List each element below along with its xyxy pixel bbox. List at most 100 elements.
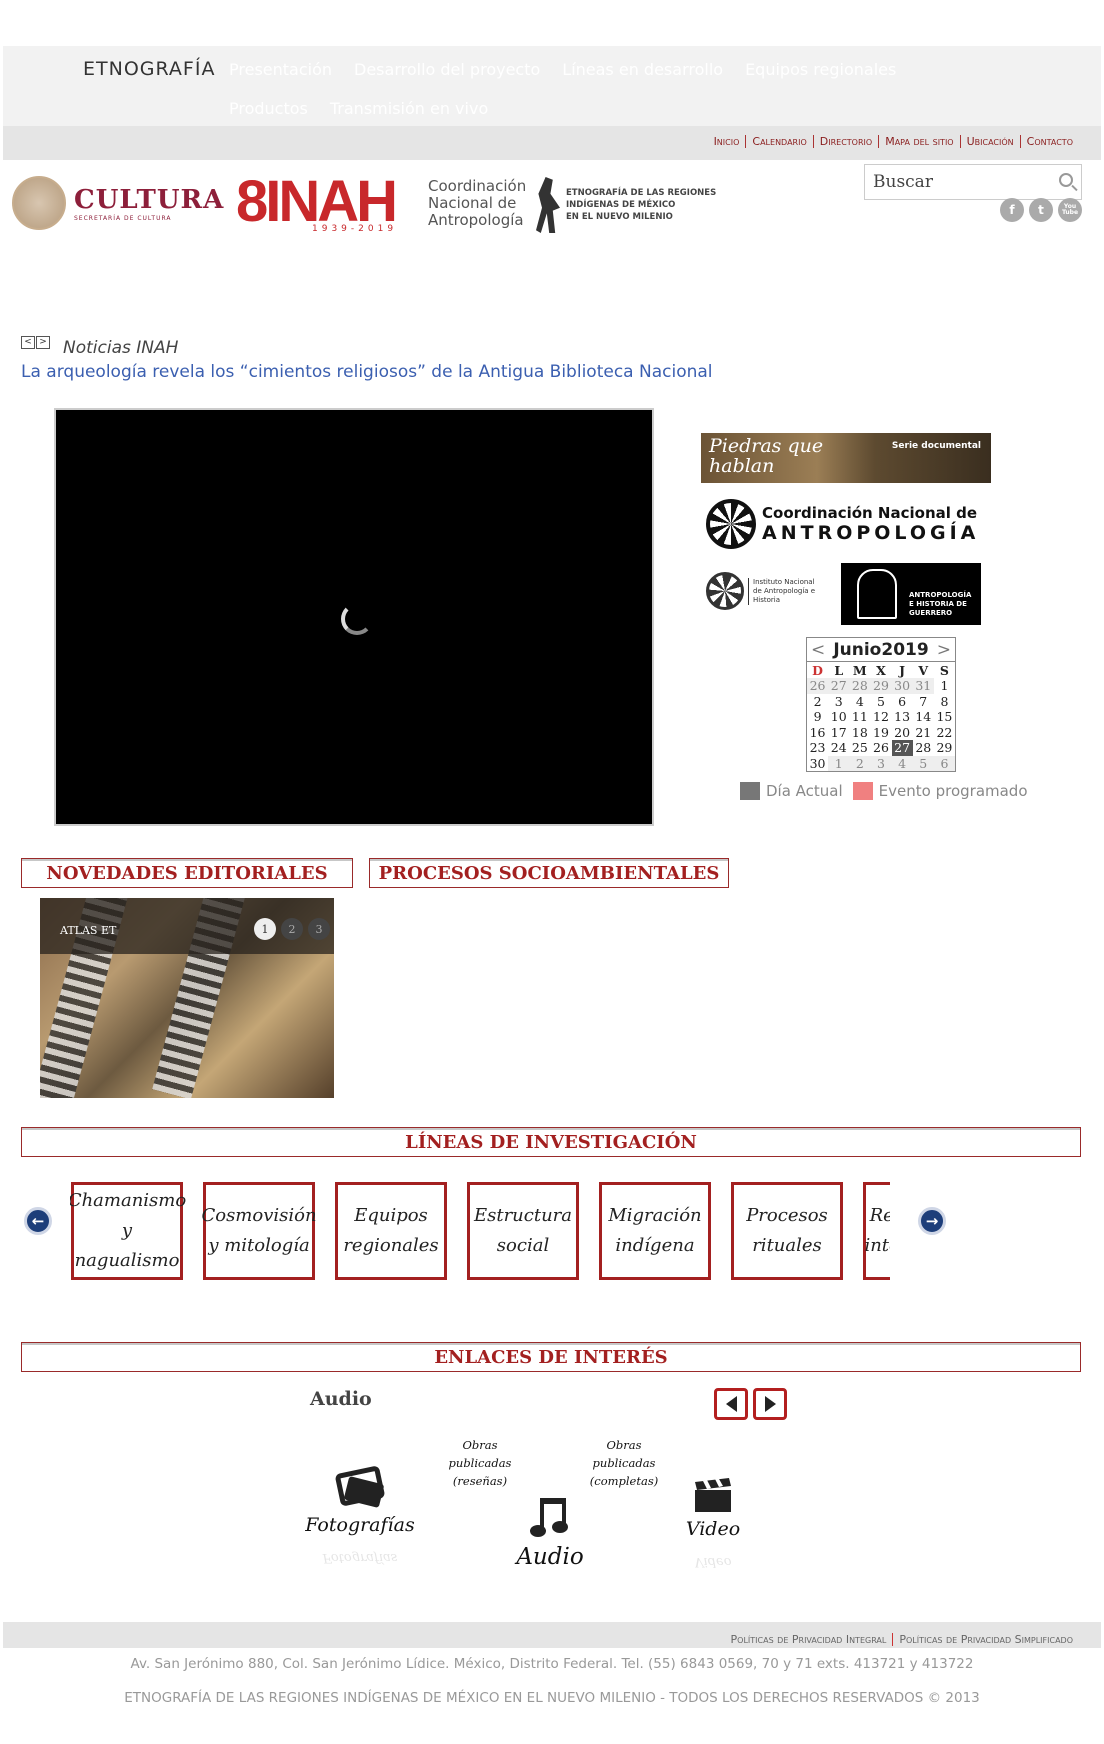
calendar-day[interactable]: 28 xyxy=(913,740,934,756)
privacy-integral-link[interactable]: Políticas de Privacidad Integral xyxy=(725,1633,893,1646)
research-line-card[interactable]: Cosmovisión y mitología xyxy=(201,1182,317,1280)
calendar-day[interactable]: 1 xyxy=(934,678,955,694)
calendar-day[interactable]: 19 xyxy=(870,725,891,741)
calendar-day[interactable]: 28 xyxy=(849,678,871,694)
research-line-card[interactable]: Relaciones interétnicas xyxy=(863,1182,890,1280)
video-player[interactable] xyxy=(54,408,654,826)
site-brand[interactable]: ETNOGRAFÍA xyxy=(83,58,215,80)
calendar-day[interactable]: 3 xyxy=(870,755,892,771)
calendar-day[interactable]: 6 xyxy=(892,694,913,710)
ticker-prev-button[interactable]: < xyxy=(21,336,35,349)
research-line-card[interactable]: Procesos rituales xyxy=(731,1182,843,1280)
calendar-prev-button[interactable]: < xyxy=(811,640,825,660)
menu-item-transmision[interactable]: Transmisión en vivo xyxy=(330,99,488,118)
piedras-que-hablan-banner[interactable]: Piedras que hablan Serie documental xyxy=(701,433,991,483)
guerrero-banner[interactable]: ANTROPOLOGÍA E HISTORIA DE GUERRERO xyxy=(841,563,981,625)
calendar-day[interactable]: 18 xyxy=(849,725,870,741)
menu-item-lineas[interactable]: Líneas en desarrollo xyxy=(562,60,723,79)
calendar-day[interactable]: 17 xyxy=(828,725,849,741)
research-line-card[interactable]: Chamanismo y nagualismo xyxy=(70,1182,186,1280)
enlaces-next-button[interactable] xyxy=(753,1388,787,1420)
research-line-card[interactable]: Equipos regionales xyxy=(335,1182,447,1280)
research-line-card[interactable]: Migración indígena xyxy=(599,1182,711,1280)
calendar-day[interactable]: 20 xyxy=(892,725,913,741)
enlace-fotografias[interactable]: Fotografías Fotografías xyxy=(300,1466,420,1565)
calendar-day[interactable]: 15 xyxy=(934,709,955,725)
calendar-day[interactable]: 4 xyxy=(891,755,913,771)
calendar-day-today[interactable]: 27 xyxy=(891,740,913,756)
cna-logo[interactable]: Coordinación Nacional de Antropología xyxy=(428,178,526,229)
calendar-day[interactable]: 24 xyxy=(828,740,849,756)
calendar-day[interactable]: 2 xyxy=(807,694,828,710)
calendar-day[interactable]: 9 xyxy=(807,709,828,725)
calendar-day[interactable]: 30 xyxy=(807,756,828,772)
calendar-day[interactable]: 22 xyxy=(934,725,955,741)
inah-small-banner[interactable]: Instituto Nacional de Antropología e His… xyxy=(706,572,820,610)
util-link-contacto[interactable]: Contacto xyxy=(1019,135,1079,148)
facebook-icon[interactable]: f xyxy=(1000,198,1024,222)
enlace-audio[interactable]: Audio xyxy=(480,1494,620,1570)
lines-prev-button[interactable]: ← xyxy=(24,1207,52,1235)
calendar-day[interactable]: 27 xyxy=(828,678,850,694)
cna-banner-line2: ANTROPOLOGÍA xyxy=(762,522,980,544)
twitter-icon[interactable]: t xyxy=(1029,198,1053,222)
calendar-day[interactable]: 26 xyxy=(870,740,891,756)
util-link-directorio[interactable]: Directorio xyxy=(812,135,878,148)
privacy-simplificado-link[interactable]: Políticas de Privacidad Simplificado xyxy=(892,1633,1079,1646)
editorial-slider[interactable]: ATLAS ET 1 2 3 xyxy=(40,898,334,1098)
calendar-day[interactable]: 11 xyxy=(849,709,870,725)
calendar-day[interactable]: 6 xyxy=(933,755,955,771)
etnografia-logo[interactable]: ETNOGRAFÍA DE LAS REGIONES INDÍGENAS DE … xyxy=(536,177,716,233)
youtube-icon[interactable]: You Tube xyxy=(1058,198,1082,222)
calendar-day[interactable]: 1 xyxy=(828,755,850,771)
calendar-day[interactable]: 12 xyxy=(870,709,891,725)
calendar-day[interactable]: 21 xyxy=(913,725,934,741)
enlace-obras-resenas[interactable]: Obras publicadas (reseñas) xyxy=(440,1436,520,1490)
calendar-day[interactable]: 23 xyxy=(807,740,828,756)
search-icon[interactable] xyxy=(1059,173,1073,187)
tab-novedades-editoriales[interactable]: NOVEDADES EDITORIALES xyxy=(21,858,353,888)
cultura-logo[interactable]: CULTURA SECRETARÍA DE CULTURA xyxy=(12,176,224,230)
calendar-day[interactable]: 10 xyxy=(828,709,849,725)
calendar-day[interactable]: 26 xyxy=(807,678,829,694)
calendar-day[interactable]: 30 xyxy=(891,678,913,694)
calendar-day[interactable]: 14 xyxy=(913,709,934,725)
calendar-next-button[interactable]: > xyxy=(937,640,951,660)
enlace-video[interactable]: Video Video xyxy=(668,1478,758,1569)
ticker-next-button[interactable]: > xyxy=(36,336,50,349)
slider-dot[interactable]: 2 xyxy=(281,918,303,940)
calendar-day[interactable]: 13 xyxy=(892,709,913,725)
calendar-day[interactable]: 7 xyxy=(913,694,934,710)
search-input[interactable] xyxy=(865,165,1045,199)
calendar-day[interactable]: 31 xyxy=(912,678,934,694)
menu-item-productos[interactable]: Productos xyxy=(229,99,308,118)
util-link-ubicacion[interactable]: Ubicación xyxy=(959,135,1020,148)
ticker-headline-link[interactable]: La arqueología revela los “cimientos rel… xyxy=(21,362,713,384)
menu-item-presentacion[interactable]: Presentación xyxy=(229,60,332,79)
calendar-day[interactable]: 8 xyxy=(934,694,955,710)
menu-item-equipos[interactable]: Equipos regionales xyxy=(745,60,896,79)
util-link-inicio[interactable]: Inicio xyxy=(708,135,746,148)
enlace-obras-completas[interactable]: Obras publicadas (completas) xyxy=(584,1436,664,1490)
research-line-card[interactable]: Estructura social xyxy=(467,1182,579,1280)
calendar-day[interactable]: 5 xyxy=(870,694,891,710)
enlaces-prev-button[interactable] xyxy=(714,1388,748,1420)
util-link-calendario[interactable]: Calendario xyxy=(745,135,812,148)
calendar-day[interactable]: 3 xyxy=(828,694,849,710)
calendar-day[interactable]: 25 xyxy=(849,740,870,756)
calendar-day[interactable]: 2 xyxy=(849,755,871,771)
menu-item-desarrollo[interactable]: Desarrollo del proyecto xyxy=(354,60,540,79)
util-link-mapa[interactable]: Mapa del sitio xyxy=(878,135,959,148)
cna-banner[interactable]: Coordinación Nacional de ANTROPOLOGÍA xyxy=(706,498,986,550)
tab-procesos-socioambientales[interactable]: PROCESOS SOCIOAMBIENTALES xyxy=(369,858,729,888)
enlaces-carousel: Fotografías Fotografías Obras publicadas… xyxy=(300,1436,780,1586)
calendar-day[interactable]: 5 xyxy=(912,755,934,771)
calendar-day[interactable]: 4 xyxy=(849,694,870,710)
inah-80-logo[interactable]: 8INAH 1939-2019 xyxy=(236,169,406,238)
slider-dot[interactable]: 1 xyxy=(254,918,276,940)
calendar-day[interactable]: 29 xyxy=(934,740,955,756)
calendar-day[interactable]: 16 xyxy=(807,725,828,741)
slider-dot[interactable]: 3 xyxy=(308,918,330,940)
lines-next-button[interactable]: → xyxy=(918,1207,946,1235)
calendar-day[interactable]: 29 xyxy=(870,678,892,694)
